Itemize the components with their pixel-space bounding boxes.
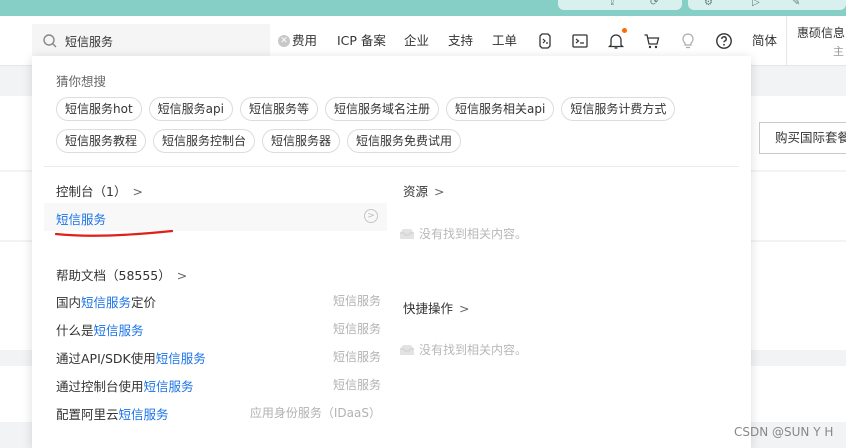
clear-icon[interactable]: ✕ xyxy=(278,35,290,47)
go-arrow-icon[interactable]: > xyxy=(364,209,378,223)
suggest-tag[interactable]: 短信服务计费方式 xyxy=(561,97,676,121)
doc-product-tag: 短信服务 xyxy=(332,294,381,308)
bulb-icon[interactable] xyxy=(679,32,697,50)
console-section-header[interactable]: 控制台（1） > xyxy=(56,181,143,200)
section-divider xyxy=(44,166,739,167)
search-icon xyxy=(43,34,57,48)
guess-tags-row-1: 短信服务hot 短信服务api 短信服务等 短信服务域名注册 短信服务相关api 短信服务… xyxy=(56,97,682,121)
doc-product-tag: 短信服务 xyxy=(332,322,381,336)
browser-top-strip: ⇪ ⟳ ⚙ ▷ ✎ xyxy=(0,0,846,16)
nav-language[interactable]: 简体 xyxy=(752,16,777,66)
account-role: 主 xyxy=(833,45,844,58)
search-box[interactable]: ✕ xyxy=(32,24,290,58)
doc-title: 通过API/SDK使用短信服务 xyxy=(56,351,206,366)
cart-icon[interactable] xyxy=(643,32,661,50)
console-result-row[interactable]: 短信服务 > xyxy=(44,203,387,231)
cli-icon[interactable] xyxy=(536,32,554,50)
csdn-watermark: CSDN @SUN Y H xyxy=(734,425,834,439)
search-suggestion-dropdown: 猜你想搜 短信服务hot 短信服务api 短信服务等 短信服务域名注册 短信服务相关ap… xyxy=(32,56,751,448)
doc-product-tag: 短信服务 xyxy=(332,350,381,364)
account-menu[interactable]: 惠硕信息 主 xyxy=(786,16,846,66)
suggest-tag[interactable]: 短信服务api xyxy=(148,97,233,121)
guess-tags-row-2: 短信服务教程 短信服务控制台 短信服务器 短信服务免费试用 xyxy=(56,129,468,153)
bell-icon[interactable] xyxy=(607,32,625,50)
suggest-tag[interactable]: 短信服务相关api xyxy=(446,97,555,121)
help-icon[interactable] xyxy=(715,32,733,50)
play-icon[interactable]: ▷ xyxy=(752,0,760,8)
quick-actions-section-header[interactable]: 快捷操作 > xyxy=(403,298,470,317)
empty-box-icon xyxy=(400,229,414,239)
suggest-tag[interactable]: 短信服务器 xyxy=(262,129,341,153)
suggest-tag[interactable]: 短信服务域名注册 xyxy=(324,97,439,121)
empty-box-icon xyxy=(400,345,414,355)
console-title: 控制台（1） xyxy=(56,184,127,199)
doc-product-tag: 应用身份服务（IDaaS） xyxy=(249,406,381,420)
notification-dot xyxy=(622,28,627,33)
upload-icon[interactable]: ⇪ xyxy=(608,0,616,8)
chevron-right-icon: > xyxy=(434,184,445,199)
chevron-right-icon: > xyxy=(176,268,188,283)
doc-product-tag: 短信服务 xyxy=(332,378,381,392)
suggest-tag[interactable]: 短信服务免费试用 xyxy=(347,129,462,153)
doc-result-row[interactable]: 配置阿里云短信服务 应用身份服务（IDaaS） xyxy=(56,404,381,424)
toolbar-pill xyxy=(558,0,682,10)
account-name: 惠硕信息 xyxy=(797,26,846,40)
console-result-label: 短信服务 xyxy=(56,212,107,227)
suggest-tag[interactable]: 短信服务hot xyxy=(56,97,142,121)
doc-title: 什么是短信服务 xyxy=(56,323,144,338)
doc-title: 配置阿里云短信服务 xyxy=(56,407,169,422)
terminal-icon[interactable] xyxy=(571,32,589,50)
buy-intl-package-button[interactable]: 购买国际套餐 xyxy=(759,122,846,154)
doc-result-row[interactable]: 通过API/SDK使用短信服务 短信服务 xyxy=(56,348,381,368)
quick-actions-title: 快捷操作 xyxy=(403,301,454,316)
resources-empty-state: 没有找到相关内容。 xyxy=(399,225,527,242)
doc-title: 通过控制台使用短信服务 xyxy=(56,379,194,394)
edit-icon[interactable]: ✎ xyxy=(792,0,800,8)
doc-title: 国内短信服务定价 xyxy=(56,295,157,310)
sync-icon[interactable]: ⟳ xyxy=(650,0,658,8)
red-annotation-underline xyxy=(54,229,174,237)
resources-section-header[interactable]: 资源 > xyxy=(403,181,445,200)
suggest-tag[interactable]: 短信服务控制台 xyxy=(153,129,256,153)
chevron-right-icon: > xyxy=(132,184,143,199)
resources-title: 资源 xyxy=(403,184,429,199)
doc-result-row[interactable]: 国内短信服务定价 短信服务 xyxy=(56,292,381,312)
doc-result-row[interactable]: 什么是短信服务 短信服务 xyxy=(56,320,381,340)
quick-actions-empty-state: 没有找到相关内容。 xyxy=(399,341,527,358)
settings-icon[interactable]: ⚙ xyxy=(704,0,713,8)
docs-title: 帮助文档（58555） xyxy=(56,268,171,283)
suggest-tag[interactable]: 短信服务等 xyxy=(239,97,318,121)
suggest-tag[interactable]: 短信服务教程 xyxy=(56,129,147,153)
search-input[interactable] xyxy=(65,24,255,58)
doc-result-row[interactable]: 通过控制台使用短信服务 短信服务 xyxy=(56,376,381,396)
chevron-right-icon: > xyxy=(459,301,470,316)
docs-section-header[interactable]: 帮助文档（58555） > xyxy=(56,265,187,284)
guess-title: 猜你想搜 xyxy=(56,74,107,89)
